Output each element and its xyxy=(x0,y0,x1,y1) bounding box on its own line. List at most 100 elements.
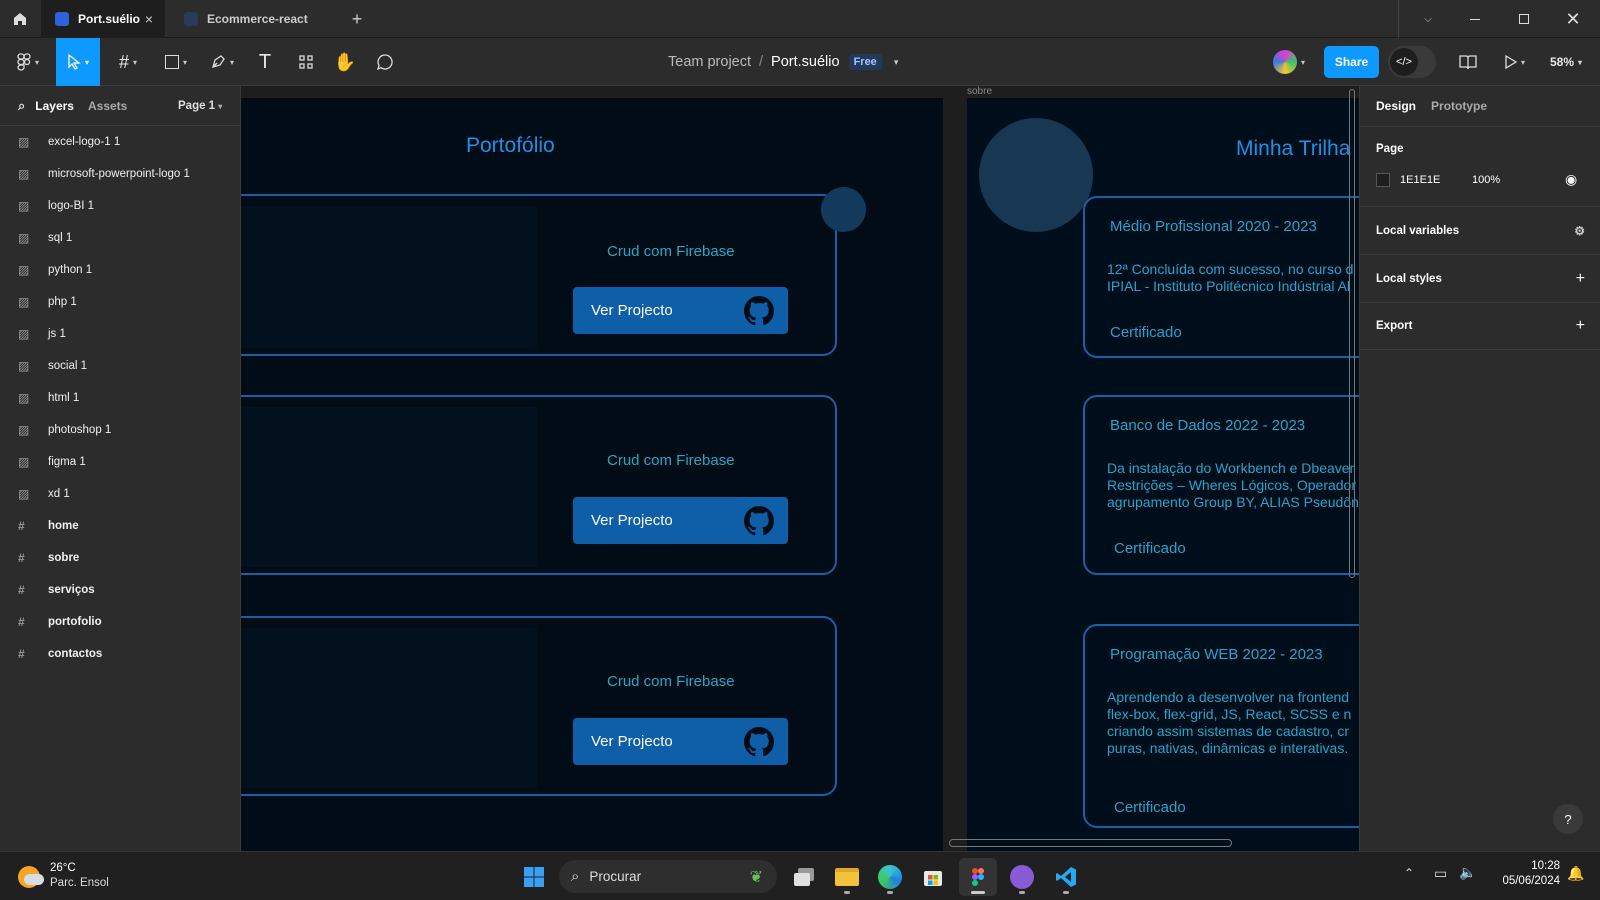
taskbar-search[interactable]: ⌕ Procurar ❦ xyxy=(559,860,777,893)
certificate-link[interactable]: Certificado xyxy=(1114,540,1186,557)
tab-layers[interactable]: Layers xyxy=(35,99,74,113)
user-avatar-button[interactable]: ▾ xyxy=(1266,38,1312,86)
layer-item[interactable]: ▨ js 1 xyxy=(0,318,241,350)
page-color-swatch[interactable] xyxy=(1376,173,1390,187)
present-button[interactable]: ▾ xyxy=(1498,38,1532,86)
frame-sobre[interactable]: Minha Trilha Médio Profissional 2020 - 2… xyxy=(967,98,1359,851)
image-icon: ▨ xyxy=(18,423,30,437)
zoom-dropdown[interactable]: 58% ▾ xyxy=(1544,38,1588,86)
trail-title: Programação WEB 2022 - 2023 xyxy=(1110,646,1323,663)
project-card[interactable]: Crud com Firebase Ver Projecto xyxy=(241,395,837,575)
layer-item[interactable]: ▨ excel-logo-1 1 xyxy=(0,126,241,158)
canvas[interactable]: Portofólio Crud com Firebase Ver Projecto… xyxy=(241,86,1359,851)
frame-portofolio[interactable]: Portofólio Crud com Firebase Ver Projecto… xyxy=(241,98,943,851)
vertical-scrollbar[interactable] xyxy=(1349,89,1355,578)
pen-tool-button[interactable]: ▾ xyxy=(204,38,240,86)
layer-item[interactable]: # portofolio xyxy=(0,606,241,638)
chevron-down-icon[interactable]: ▾ xyxy=(894,57,899,68)
main-menu-button[interactable]: ▾ xyxy=(10,38,46,86)
minimize-icon[interactable] xyxy=(1455,0,1495,38)
trail-card[interactable]: Programação WEB 2022 - 2023 Aprendendo a … xyxy=(1083,624,1359,828)
tab-prototype[interactable]: Prototype xyxy=(1431,99,1487,113)
eye-icon[interactable]: ◉ xyxy=(1565,171,1577,188)
components-icon[interactable] xyxy=(293,38,319,86)
move-tool-button[interactable]: ▾ xyxy=(56,38,100,86)
plus-icon[interactable]: + xyxy=(1576,270,1585,288)
task-view-button[interactable] xyxy=(785,858,823,896)
home-icon[interactable] xyxy=(0,0,40,38)
github-desktop-button[interactable] xyxy=(1003,858,1041,896)
certificate-link[interactable]: Certificado xyxy=(1110,324,1182,341)
page-section: Page 1E1E1E 100% ◉ xyxy=(1360,126,1600,206)
tab-design[interactable]: Design xyxy=(1376,99,1416,113)
project-title: Crud com Firebase xyxy=(607,243,735,260)
dev-mode-toggle[interactable]: </> xyxy=(1388,46,1436,78)
network-icon[interactable]: ▭ xyxy=(1434,865,1447,882)
comment-tool-icon[interactable] xyxy=(372,38,398,86)
horizontal-scrollbar[interactable] xyxy=(949,839,1232,847)
local-styles-section[interactable]: Local styles + xyxy=(1360,254,1600,302)
layer-item[interactable]: # sobre xyxy=(0,542,241,574)
layer-item[interactable]: # serviços xyxy=(0,574,241,606)
store-button[interactable] xyxy=(914,858,952,896)
layer-item[interactable]: ▨ logo-BI 1 xyxy=(0,190,241,222)
project-card[interactable]: Crud com Firebase Ver Projecto xyxy=(241,194,837,356)
page-color-hex[interactable]: 1E1E1E xyxy=(1400,174,1440,186)
weather-widget[interactable]: 26°C Parc. Ensol xyxy=(16,860,126,894)
layer-item[interactable]: ▨ microsoft-powerpoint-logo 1 xyxy=(0,158,241,190)
edge-button[interactable] xyxy=(871,858,909,896)
project-card[interactable]: Crud com Firebase Ver Projecto xyxy=(241,616,837,796)
tab-assets[interactable]: Assets xyxy=(88,99,127,113)
volume-icon[interactable]: 🔈 xyxy=(1459,864,1476,881)
tab-port-suelio[interactable]: Port.suélio × xyxy=(41,0,165,38)
notification-bell-icon[interactable]: 🔔 xyxy=(1567,865,1584,882)
restore-icon[interactable] xyxy=(1504,0,1544,38)
new-tab-icon[interactable]: + xyxy=(342,0,372,38)
hand-tool-icon[interactable]: ✋ xyxy=(332,38,358,86)
layer-item[interactable]: ▨ figma 1 xyxy=(0,446,241,478)
library-icon[interactable] xyxy=(1454,38,1482,86)
layer-item[interactable]: # home xyxy=(0,510,241,542)
layer-item[interactable]: # contactos xyxy=(0,638,241,670)
close-tab-icon[interactable]: × xyxy=(145,11,153,27)
frame-label-sobre[interactable]: sobre xyxy=(967,86,992,97)
figma-taskbar-button[interactable] xyxy=(959,858,997,896)
search-icon[interactable]: ⌕ xyxy=(18,98,25,114)
local-variables-section[interactable]: Local variables ⚙ xyxy=(1360,206,1600,254)
tab-ecommerce-react[interactable]: Ecommerce-react xyxy=(170,0,338,38)
sliders-icon[interactable]: ⚙ xyxy=(1574,224,1585,238)
close-window-icon[interactable]: ✕ xyxy=(1553,0,1593,38)
layer-item[interactable]: ▨ python 1 xyxy=(0,254,241,286)
text-tool-icon[interactable]: T xyxy=(252,38,278,86)
file-name[interactable]: Port.suélio xyxy=(771,54,840,70)
breadcrumb: Team project / Port.suélio Free ▾ xyxy=(668,38,898,86)
start-button[interactable] xyxy=(515,858,553,896)
page-opacity[interactable]: 100% xyxy=(1472,174,1500,186)
file-explorer-button[interactable] xyxy=(828,858,866,896)
team-project-link[interactable]: Team project xyxy=(668,54,751,70)
vscode-button[interactable] xyxy=(1047,858,1085,896)
share-button[interactable]: Share xyxy=(1324,46,1379,78)
chevron-down-icon[interactable]: ⌵ xyxy=(1408,0,1448,38)
trail-card[interactable]: Médio Profissional 2020 - 2023 12ª Conclu… xyxy=(1083,196,1359,358)
clock[interactable]: 10:28 05/06/2024 xyxy=(1490,860,1560,887)
view-project-button[interactable]: Ver Projecto xyxy=(573,497,788,544)
view-project-button[interactable]: Ver Projecto xyxy=(573,718,788,765)
layer-item[interactable]: ▨ sql 1 xyxy=(0,222,241,254)
shape-tool-button[interactable]: ▾ xyxy=(158,38,194,86)
layer-item[interactable]: ▨ photoshop 1 xyxy=(0,414,241,446)
layer-item[interactable]: ▨ xd 1 xyxy=(0,478,241,510)
plus-icon[interactable]: + xyxy=(1576,317,1585,335)
layer-item[interactable]: ▨ html 1 xyxy=(0,382,241,414)
export-section[interactable]: Export + xyxy=(1360,302,1600,350)
layer-item[interactable]: ▨ php 1 xyxy=(0,286,241,318)
certificate-link[interactable]: Certificado xyxy=(1114,799,1186,816)
help-button[interactable]: ? xyxy=(1553,804,1583,834)
trail-description-line: Da instalação do Workbench e Dbeaver xyxy=(1107,460,1355,476)
chevron-up-icon[interactable]: ⌃ xyxy=(1404,866,1414,880)
page-selector[interactable]: Page 1 ▾ xyxy=(178,100,222,112)
view-project-button[interactable]: Ver Projecto xyxy=(573,287,788,334)
layer-item[interactable]: ▨ social 1 xyxy=(0,350,241,382)
frame-tool-button[interactable]: # ▾ xyxy=(110,38,146,86)
trail-card[interactable]: Banco de Dados 2022 - 2023 Da instalação … xyxy=(1083,395,1359,575)
